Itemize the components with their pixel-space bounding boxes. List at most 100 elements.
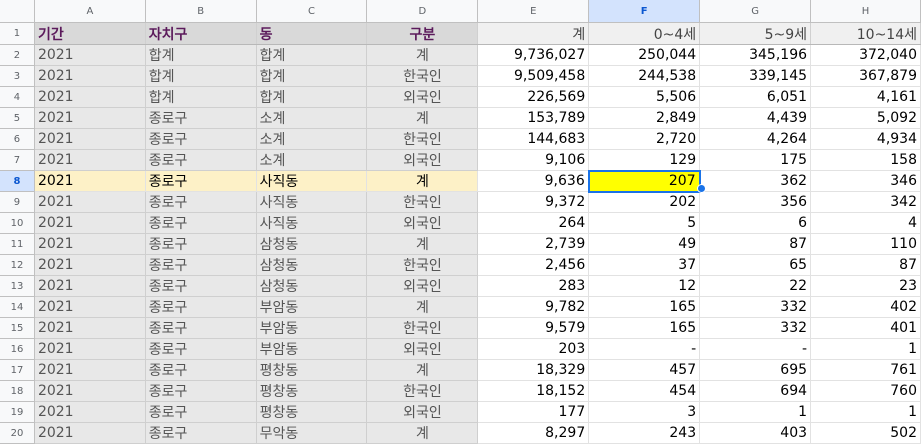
table-cell[interactable]: 401 [810,317,921,339]
column-header-a[interactable]: A [34,0,146,23]
table-cell[interactable]: 평창동 [256,359,368,381]
table-cell[interactable]: 평창동 [256,380,368,402]
table-cell[interactable]: 4 [810,212,921,234]
fill-handle[interactable] [697,184,706,193]
row-number-12[interactable]: 12 [0,254,35,276]
table-cell[interactable]: 종로구 [145,128,257,150]
table-cell[interactable]: 332 [699,317,812,339]
row-number-6[interactable]: 6 [0,128,35,150]
select-all-corner[interactable] [0,0,35,23]
table-cell[interactable]: 평창동 [256,401,368,423]
table-cell[interactable]: 합계 [256,44,368,66]
header-cell-e[interactable]: 계 [477,22,590,45]
row-number-17[interactable]: 17 [0,359,35,381]
table-cell[interactable]: 8,297 [477,422,590,444]
row-number-3[interactable]: 3 [0,65,35,87]
table-cell[interactable]: 외국인 [366,401,479,423]
table-cell[interactable]: 2021 [34,359,146,381]
table-cell[interactable]: 종로구 [145,401,257,423]
table-cell[interactable]: 144,683 [477,128,590,150]
table-cell[interactable]: 760 [810,380,921,402]
table-cell[interactable]: 2021 [34,233,146,255]
table-cell[interactable]: 4,161 [810,86,921,108]
column-header-b[interactable]: B [145,0,257,23]
table-cell[interactable]: 2021 [34,44,146,66]
table-cell[interactable]: 사직동 [256,170,368,192]
table-cell[interactable]: 계 [366,107,479,129]
table-cell[interactable]: 한국인 [366,128,479,150]
table-cell[interactable]: 부암동 [256,338,368,360]
table-cell[interactable]: 소계 [256,107,368,129]
table-cell[interactable]: 457 [588,359,701,381]
table-cell[interactable]: - [699,338,812,360]
table-cell[interactable]: 2021 [34,107,146,129]
table-cell[interactable]: 202 [588,191,701,213]
table-cell[interactable]: 외국인 [366,338,479,360]
header-cell-c[interactable]: 동 [256,22,368,45]
table-cell[interactable]: 한국인 [366,380,479,402]
table-cell[interactable]: 사직동 [256,212,368,234]
table-cell[interactable]: 종로구 [145,317,257,339]
header-cell-f[interactable]: 0~4세 [588,22,701,45]
table-cell[interactable]: 합계 [256,65,368,87]
table-cell[interactable]: 9,736,027 [477,44,590,66]
table-cell[interactable]: 1 [810,338,921,360]
table-cell[interactable]: 2021 [34,170,146,192]
table-cell[interactable]: 2021 [34,191,146,213]
table-cell[interactable]: 한국인 [366,254,479,276]
table-cell[interactable]: 합계 [145,65,257,87]
table-cell[interactable]: 종로구 [145,254,257,276]
row-number-10[interactable]: 10 [0,212,35,234]
table-cell[interactable]: 22 [699,275,812,297]
column-header-g[interactable]: G [699,0,812,23]
table-cell[interactable]: 외국인 [366,275,479,297]
table-cell[interactable]: 2021 [34,65,146,87]
table-cell[interactable]: 종로구 [145,338,257,360]
table-cell[interactable]: 5 [588,212,701,234]
column-header-e[interactable]: E [477,0,590,23]
table-cell[interactable]: 합계 [145,44,257,66]
table-cell[interactable]: 4,439 [699,107,812,129]
row-number-4[interactable]: 4 [0,86,35,108]
table-cell[interactable]: 계 [366,422,479,444]
table-cell[interactable]: 250,044 [588,44,701,66]
table-cell[interactable]: 종로구 [145,191,257,213]
table-cell[interactable]: 2,720 [588,128,701,150]
table-cell[interactable]: 무악동 [256,422,368,444]
table-cell[interactable]: 339,145 [699,65,812,87]
table-cell[interactable]: 367,879 [810,65,921,87]
table-cell[interactable]: 244,538 [588,65,701,87]
table-cell[interactable]: 203 [477,338,590,360]
table-cell[interactable]: 9,782 [477,296,590,318]
table-cell[interactable]: 2021 [34,380,146,402]
column-header-h[interactable]: H [810,0,921,23]
row-number-14[interactable]: 14 [0,296,35,318]
table-cell[interactable]: 2021 [34,317,146,339]
table-cell[interactable]: 4,264 [699,128,812,150]
row-number-13[interactable]: 13 [0,275,35,297]
table-cell[interactable]: 2021 [34,296,146,318]
table-cell[interactable]: 계 [366,44,479,66]
table-cell[interactable]: 2021 [34,401,146,423]
table-cell[interactable]: 243 [588,422,701,444]
row-number-20[interactable]: 20 [0,422,35,444]
table-cell[interactable]: 110 [810,233,921,255]
table-cell[interactable]: 23 [810,275,921,297]
header-cell-d[interactable]: 구분 [366,22,479,45]
table-cell[interactable]: 502 [810,422,921,444]
table-cell[interactable]: 2021 [34,149,146,171]
table-cell[interactable]: 761 [810,359,921,381]
table-cell[interactable]: 2021 [34,128,146,150]
table-cell[interactable]: 1 [810,401,921,423]
table-cell[interactable]: 2,849 [588,107,701,129]
table-cell[interactable]: 165 [588,296,701,318]
table-cell[interactable]: 1 [699,401,812,423]
table-cell[interactable]: 2,739 [477,233,590,255]
table-cell[interactable]: 9,636 [477,170,590,192]
header-cell-b[interactable]: 자치구 [145,22,257,45]
row-number-7[interactable]: 7 [0,149,35,171]
table-cell[interactable]: 부암동 [256,317,368,339]
table-cell[interactable]: 외국인 [366,212,479,234]
table-cell[interactable]: 2021 [34,338,146,360]
table-cell[interactable]: 6,051 [699,86,812,108]
